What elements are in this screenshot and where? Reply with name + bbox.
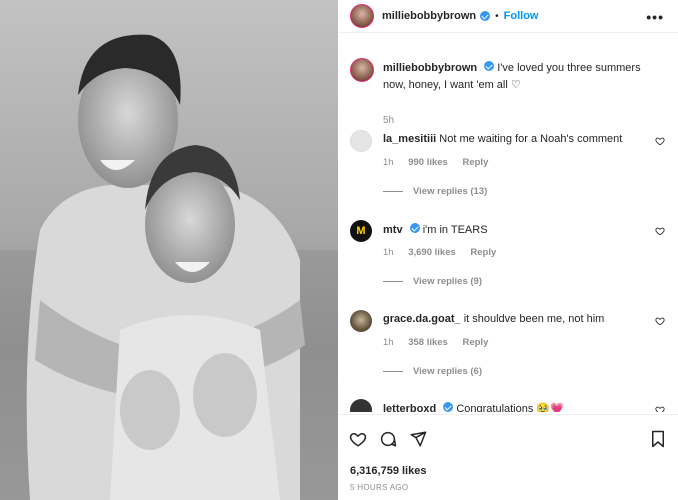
author-username[interactable]: milliebobbybrown — [382, 10, 476, 22]
reply-button[interactable]: Reply — [470, 247, 496, 258]
post-details-panel: milliebobbybrown • Follow ••• milliebobb… — [338, 0, 678, 500]
heart-icon[interactable] — [349, 430, 367, 448]
caption-timestamp: 5h — [383, 115, 395, 126]
commenter-username[interactable]: mtv — [383, 224, 403, 236]
comment: grace.da.goat_ it shouldve been me, not … — [350, 310, 670, 390]
separator-dot: • — [495, 10, 499, 22]
more-icon[interactable]: ••• — [646, 9, 664, 25]
share-icon[interactable] — [409, 430, 427, 448]
comment-likes[interactable]: 358 likes — [408, 337, 448, 348]
comment: letterboxd Congratulations 🥹💗 — [350, 399, 670, 412]
heart-icon[interactable] — [655, 226, 665, 236]
comment-icon[interactable] — [379, 430, 397, 448]
action-bar: 6,316,759 likes 5 HOURS AGO — [338, 414, 678, 500]
caption-avatar[interactable] — [350, 58, 374, 82]
verified-icon — [443, 402, 454, 412]
bookmark-icon[interactable] — [650, 430, 666, 448]
reply-button[interactable]: Reply — [462, 337, 488, 348]
view-replies-label: View replies (6) — [413, 366, 482, 377]
comment: M mtv i'm in TEARS 1h 3,690 likes Reply … — [350, 220, 670, 300]
post-timestamp: 5 HOURS AGO — [350, 483, 409, 492]
caption-username[interactable]: milliebobbybrown — [383, 62, 477, 74]
comment-likes[interactable]: 3,690 likes — [408, 247, 456, 258]
comment-body: Congratulations 🥹💗 — [456, 403, 564, 412]
view-replies-label: View replies (9) — [413, 276, 482, 287]
post-photo[interactable] — [0, 0, 338, 500]
commenter-username[interactable]: grace.da.goat_ — [383, 313, 461, 325]
view-replies-label: View replies (13) — [413, 186, 488, 197]
comments-list[interactable]: milliebobbybrown I've loved you three su… — [338, 40, 678, 412]
replies-divider — [383, 191, 403, 192]
author-avatar[interactable] — [350, 4, 374, 28]
comment-time: 1h — [383, 247, 394, 258]
comment-time: 1h — [383, 337, 394, 348]
heart-icon[interactable] — [655, 136, 665, 146]
view-replies-button[interactable]: View replies (13) — [383, 186, 487, 197]
comment-text: la_mesitiii Not me waiting for a Noah's … — [383, 133, 622, 145]
heart-icon[interactable] — [655, 405, 665, 412]
photo-illustration — [0, 0, 338, 500]
commenter-avatar[interactable] — [350, 310, 372, 332]
action-icons — [349, 430, 427, 448]
comment-text: letterboxd Congratulations 🥹💗 — [383, 402, 564, 412]
view-replies-button[interactable]: View replies (6) — [383, 366, 482, 377]
verified-icon — [484, 61, 495, 71]
commenter-username[interactable]: la_mesitiii — [383, 133, 436, 145]
commenter-username[interactable]: letterboxd — [383, 403, 436, 412]
comment-text: mtv i'm in TEARS — [383, 223, 488, 236]
commenter-avatar[interactable] — [350, 130, 372, 152]
commenter-avatar[interactable]: M — [350, 220, 372, 242]
replies-divider — [383, 371, 403, 372]
follow-button[interactable]: Follow — [504, 10, 539, 22]
comment-text: grace.da.goat_ it shouldve been me, not … — [383, 313, 604, 325]
comment-meta: 1h 358 likes Reply — [383, 337, 500, 348]
mtv-logo: M — [356, 225, 366, 237]
commenter-avatar[interactable] — [350, 399, 372, 412]
comment-body: it shouldve been me, not him — [463, 313, 605, 325]
comment-body: Not me waiting for a Noah's comment — [439, 133, 623, 145]
comment-meta: 1h 3,690 likes Reply — [383, 247, 508, 258]
caption-text: milliebobbybrown I've loved you three su… — [383, 60, 663, 94]
comment-body: i'm in TEARS — [422, 224, 488, 236]
post-header: milliebobbybrown • Follow ••• — [338, 0, 678, 33]
reply-button[interactable]: Reply — [462, 157, 488, 168]
heart-icon[interactable] — [655, 316, 665, 326]
comment-meta: 1h 990 likes Reply — [383, 157, 500, 168]
likes-count[interactable]: 6,316,759 likes — [350, 465, 426, 477]
view-replies-button[interactable]: View replies (9) — [383, 276, 482, 287]
comment: la_mesitiii Not me waiting for a Noah's … — [350, 130, 670, 210]
comment-time: 1h — [383, 157, 394, 168]
comment-likes[interactable]: 990 likes — [408, 157, 448, 168]
verified-icon — [409, 223, 420, 233]
replies-divider — [383, 281, 403, 282]
verified-icon — [480, 11, 491, 21]
